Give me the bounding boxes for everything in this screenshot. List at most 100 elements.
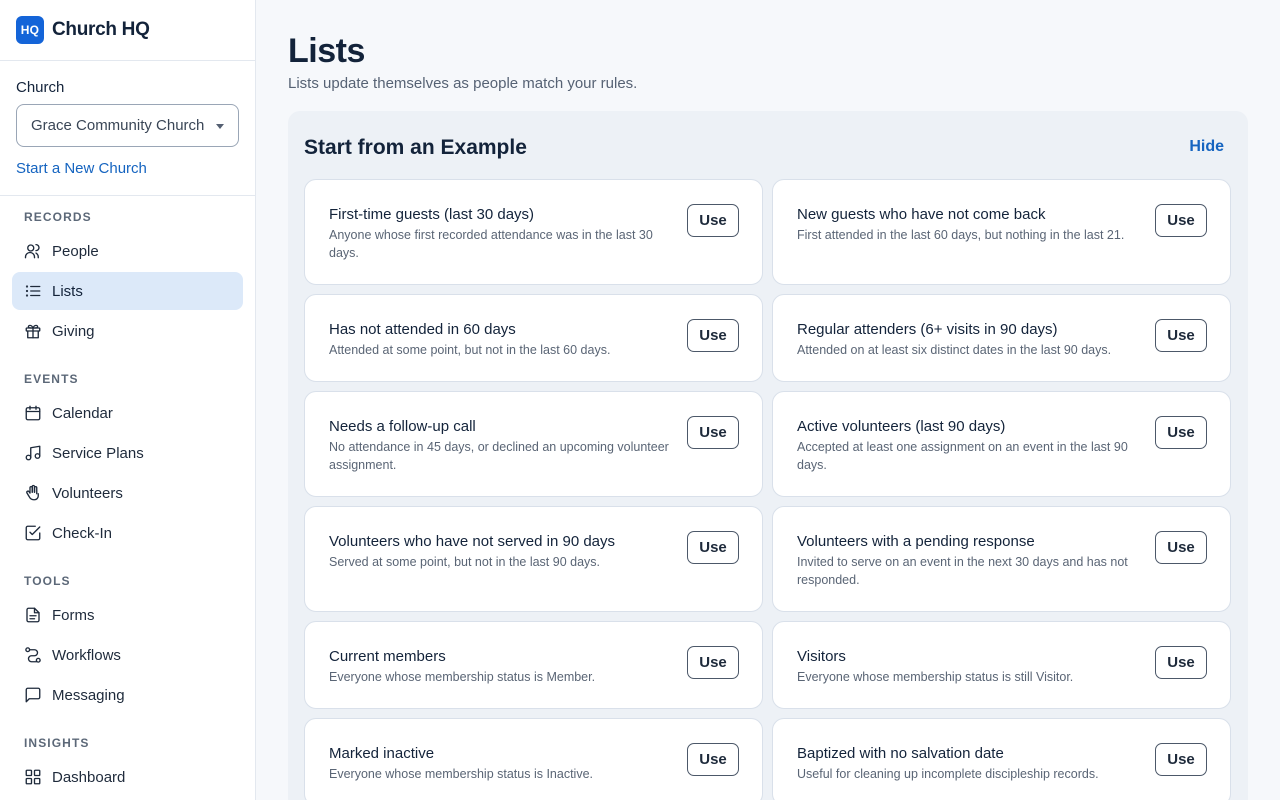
example-card-title: First-time guests (last 30 days) — [329, 206, 535, 223]
sidebar-item-label: Forms — [52, 606, 95, 624]
example-card-title: Volunteers who have not served in 90 day… — [329, 533, 616, 550]
example-card: Marked inactive Everyone whose membershi… — [304, 718, 763, 800]
example-card-description: Invited to serve on an event in the next… — [797, 555, 1128, 587]
use-example-button[interactable]: Use — [687, 416, 739, 449]
sidebar-item-lists[interactable]: Lists — [12, 272, 243, 310]
example-card-title: Current members — [329, 648, 446, 665]
workflow-icon — [25, 647, 41, 663]
church-switcher: Church Grace Community Church ( Start a … — [0, 61, 255, 196]
use-example-button[interactable]: Use — [687, 319, 739, 352]
example-card-title: Needs a follow-up call — [329, 418, 476, 435]
example-card-title: Baptized with no salvation date — [797, 745, 1004, 762]
music-note-icon — [25, 445, 41, 461]
nav-section-events: EVENTS — [24, 372, 79, 386]
example-card-description: First attended in the last 60 days, but … — [797, 228, 1125, 242]
use-example-button[interactable]: Use — [1155, 646, 1207, 679]
sidebar-item-giving[interactable]: Giving — [12, 312, 243, 350]
example-card: Active volunteers (last 90 days) Accepte… — [772, 391, 1231, 497]
list-icon — [25, 285, 41, 297]
check-square-icon — [25, 525, 41, 541]
nav-section-tools: TOOLS — [24, 574, 71, 588]
example-card: Volunteers with a pending response Invit… — [772, 506, 1231, 612]
sidebar-item-people[interactable]: People — [12, 232, 243, 270]
example-card-description: No attendance in 45 days, or declined an… — [329, 440, 669, 472]
use-example-button[interactable]: Use — [687, 743, 739, 776]
dashboard-icon — [25, 769, 41, 785]
example-card-description: Anyone whose first recorded attendance w… — [329, 228, 653, 260]
sidebar-item-label: Calendar — [52, 404, 113, 422]
example-card-title: Has not attended in 60 days — [329, 321, 516, 338]
church-label: Church — [16, 79, 65, 96]
sidebar-item-label: Check-In — [52, 524, 113, 542]
sidebar-item-label: Dashboard — [52, 768, 126, 786]
app-logo: HQ — [16, 16, 44, 44]
example-card: Has not attended in 60 days Attended at … — [304, 294, 763, 382]
example-card-description: Accepted at least one assignment on an e… — [797, 440, 1128, 472]
example-card: Baptized with no salvation date Useful f… — [772, 718, 1231, 800]
church-select-value: Grace Community Church ( — [31, 117, 207, 134]
sidebar-item-label: People — [52, 242, 99, 260]
example-card-title: Active volunteers (last 90 days) — [797, 418, 1006, 435]
use-example-button[interactable]: Use — [687, 204, 739, 237]
nav-section-insights: INSIGHTS — [24, 736, 90, 750]
calendar-icon — [25, 405, 41, 421]
use-example-button[interactable]: Use — [1155, 743, 1207, 776]
sidebar-item-service-plans[interactable]: Service Plans — [12, 434, 243, 472]
page-subtitle: Lists update themselves as people match … — [288, 75, 638, 92]
sidebar-item-calendar[interactable]: Calendar — [12, 394, 243, 432]
example-card-title: Volunteers with a pending response — [797, 533, 1035, 550]
sidebar-item-dashboard[interactable]: Dashboard — [12, 758, 243, 796]
sidebar-item-messaging[interactable]: Messaging — [12, 676, 243, 714]
sidebar-nav: RECORDS People Lists Giving EVENTS Calen… — [0, 196, 255, 796]
church-select[interactable]: Grace Community Church ( — [16, 104, 239, 147]
example-card-title: New guests who have not come back — [797, 206, 1046, 223]
example-card-description: Everyone whose membership status is Inac… — [329, 767, 594, 781]
users-icon — [24, 243, 40, 259]
examples-heading: Start from an Example — [304, 136, 527, 159]
app-name: Church HQ — [52, 19, 150, 40]
gift-icon — [25, 324, 41, 339]
use-example-button[interactable]: Use — [1155, 204, 1207, 237]
use-example-button[interactable]: Use — [687, 531, 739, 564]
nav-section-records: RECORDS — [24, 210, 92, 224]
sidebar: HQ Church HQ Church Grace Community Chur… — [0, 0, 256, 800]
examples-panel: Start from an Example Hide First-time gu… — [288, 111, 1248, 800]
start-new-church-link[interactable]: Start a New Church — [16, 160, 239, 177]
example-card: Current members Everyone whose membershi… — [304, 621, 763, 709]
hide-examples-button[interactable]: Hide — [1189, 138, 1224, 156]
sidebar-item-check-in[interactable]: Check-In — [12, 514, 243, 552]
example-card: Needs a follow-up call No attendance in … — [304, 391, 763, 497]
use-example-button[interactable]: Use — [687, 646, 739, 679]
example-card-description: Attended at some point, but not in the l… — [329, 343, 611, 357]
sidebar-item-forms[interactable]: Forms — [12, 596, 243, 634]
brand: HQ Church HQ — [0, 0, 255, 61]
main-content: Lists Lists update themselves as people … — [256, 0, 1280, 800]
use-example-button[interactable]: Use — [1155, 319, 1207, 352]
sidebar-item-label: Messaging — [52, 686, 125, 704]
example-card: First-time guests (last 30 days) Anyone … — [304, 179, 763, 285]
sidebar-item-workflows[interactable]: Workflows — [12, 636, 243, 674]
use-example-button[interactable]: Use — [1155, 416, 1207, 449]
example-card: Visitors Everyone whose membership statu… — [772, 621, 1231, 709]
sidebar-item-label: Giving — [52, 322, 95, 340]
use-example-button[interactable]: Use — [1155, 531, 1207, 564]
sidebar-item-label: Service Plans — [52, 444, 144, 462]
example-card-description: Everyone whose membership status is Memb… — [329, 670, 596, 684]
example-card: Volunteers who have not served in 90 day… — [304, 506, 763, 612]
page-title: Lists — [288, 32, 365, 70]
example-card-title: Regular attenders (6+ visits in 90 days) — [797, 321, 1058, 338]
example-card-description: Useful for cleaning up incomplete discip… — [797, 767, 1099, 781]
sidebar-item-volunteers[interactable]: Volunteers — [12, 474, 243, 512]
example-card-title: Marked inactive — [329, 745, 435, 762]
example-card-description: Everyone whose membership status is stil… — [797, 670, 1074, 684]
example-card: Regular attenders (6+ visits in 90 days)… — [772, 294, 1231, 382]
document-icon — [26, 607, 40, 623]
example-card-description: Served at some point, but not in the las… — [329, 555, 600, 569]
hand-raised-icon — [26, 484, 39, 501]
example-card-description: Attended on at least six distinct dates … — [797, 343, 1112, 357]
sidebar-item-label: Lists — [52, 282, 83, 300]
sidebar-item-label: Volunteers — [52, 484, 123, 502]
example-card: New guests who have not come back First … — [772, 179, 1231, 285]
example-card-title: Visitors — [797, 648, 846, 665]
sidebar-item-label: Workflows — [52, 646, 121, 664]
